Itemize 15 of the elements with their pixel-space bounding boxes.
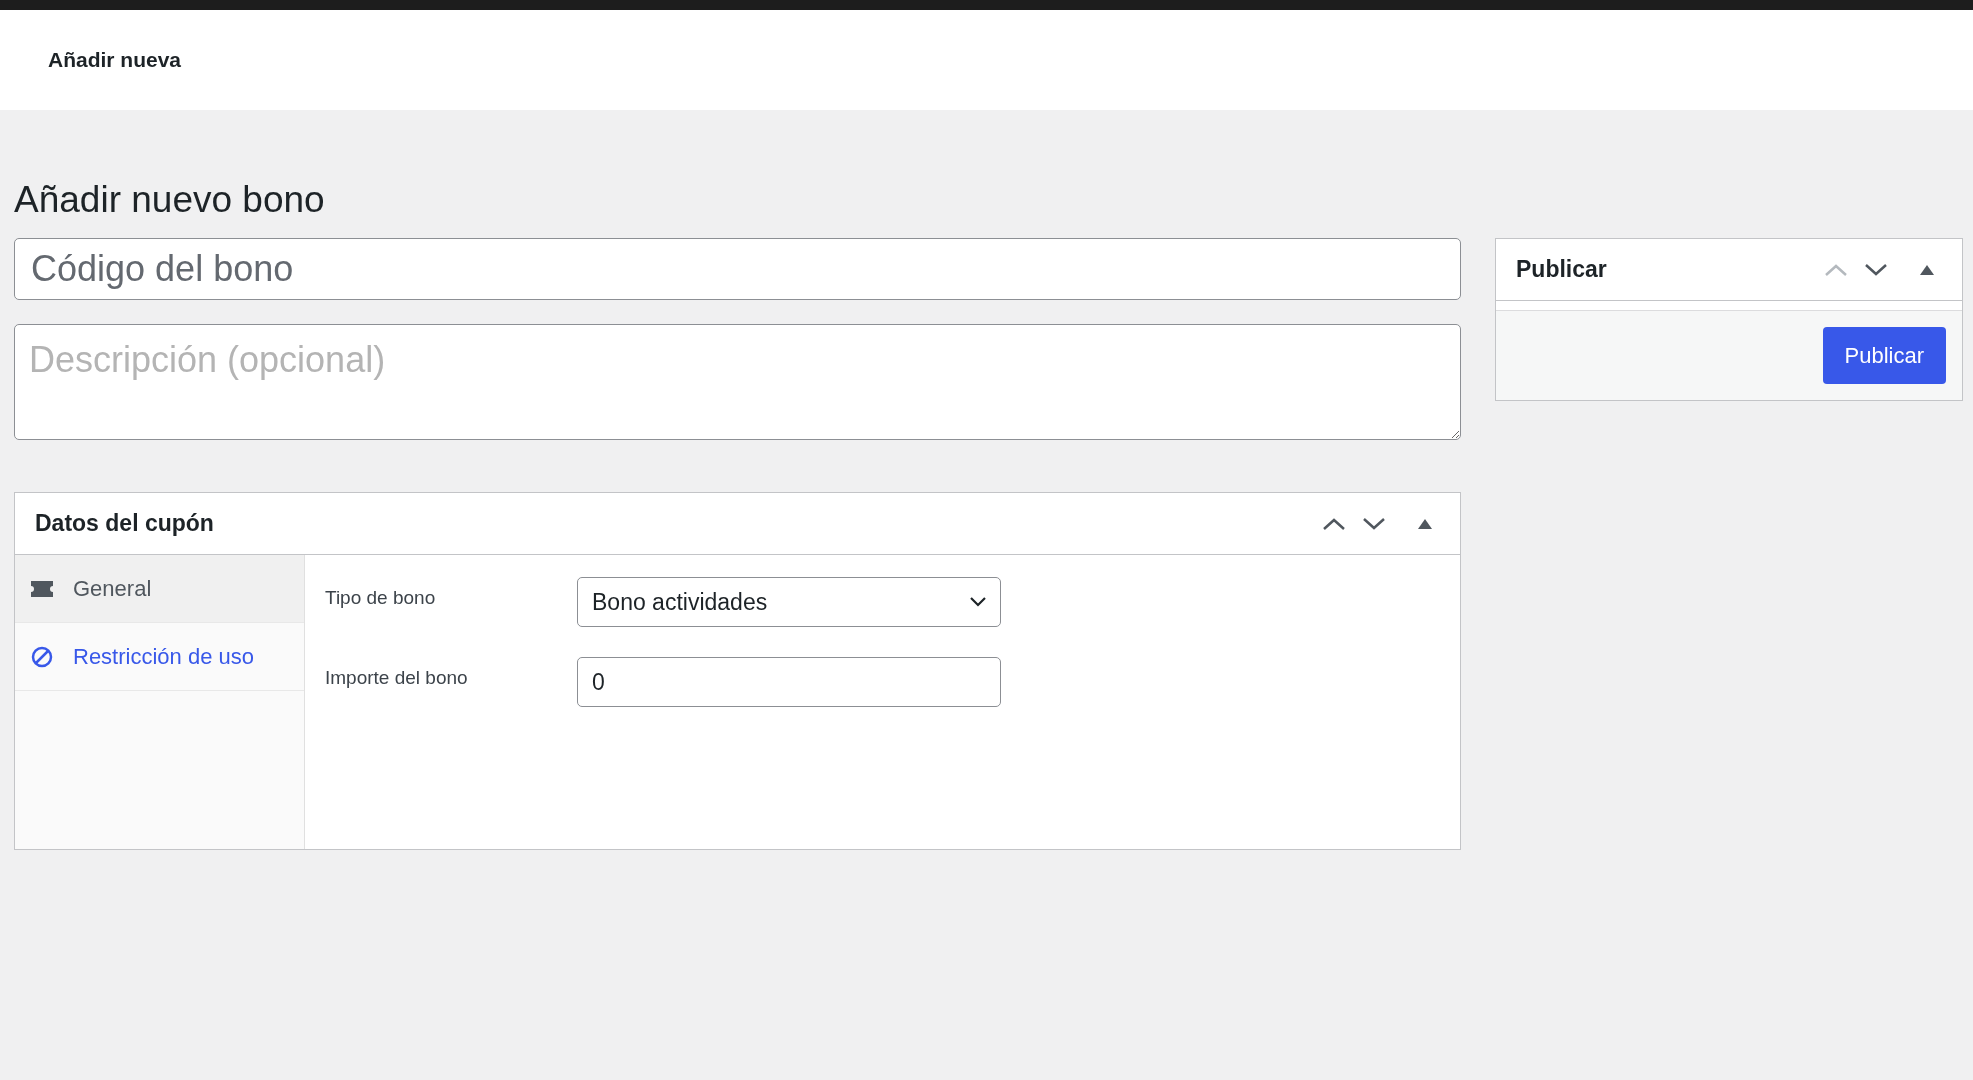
panel-title: Publicar (1516, 255, 1608, 285)
page-header-title: Añadir nueva (48, 47, 182, 74)
field-label: Importe del bono (325, 665, 469, 690)
amount-field[interactable]: 0 (577, 657, 1001, 708)
prohibited-icon (31, 645, 53, 668)
panel-title: Datos del cupón (35, 509, 215, 539)
coupon-code-field[interactable]: Código del bono (14, 238, 1461, 301)
chevron-down-icon (970, 597, 986, 608)
tab[interactable]: General (15, 555, 304, 624)
type-select[interactable]: Bono actividades (577, 577, 1001, 628)
page-title: Añadir nuevo bono (14, 178, 326, 222)
ticket-icon (31, 580, 53, 597)
field-label: Tipo de bono (325, 585, 437, 610)
description-field[interactable]: Descripción (opcional) (14, 324, 1461, 441)
publish-button[interactable]: Publicar (1822, 327, 1946, 384)
